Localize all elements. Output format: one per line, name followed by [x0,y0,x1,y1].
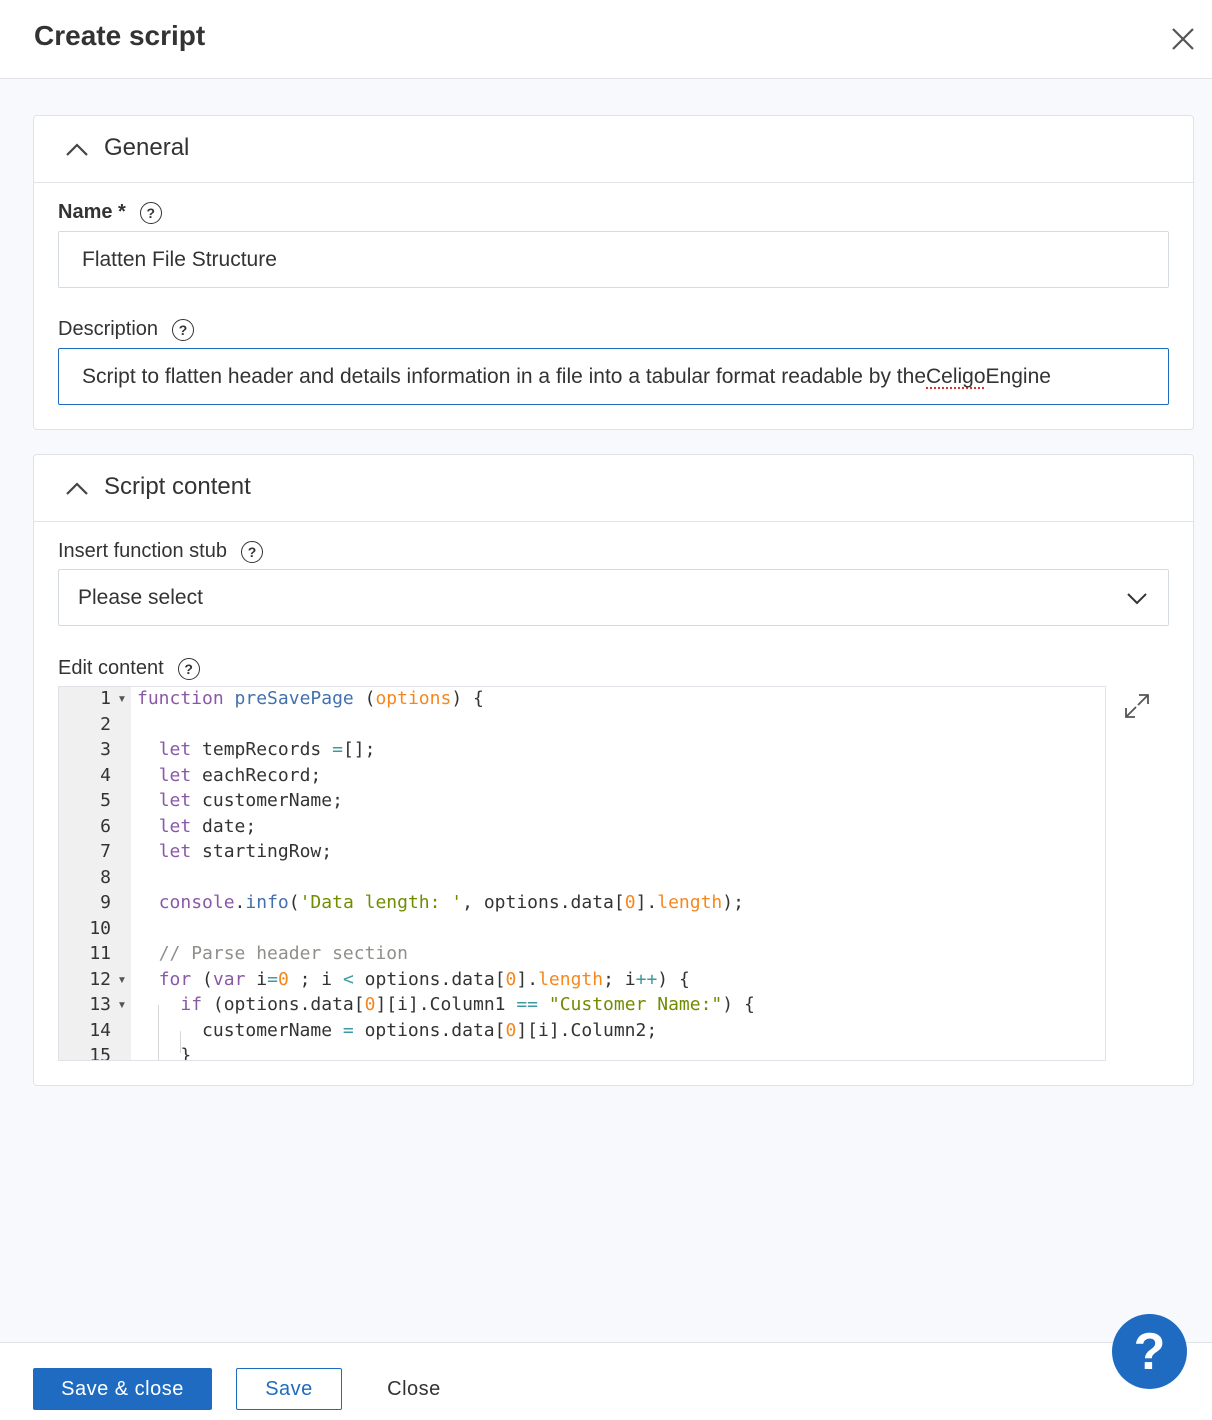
help-icon[interactable]: ? [240,540,263,563]
line-number: 3 [100,739,111,760]
description-input[interactable]: Script to flatten header and details inf… [58,348,1169,405]
general-panel: General Name * ? Flatten File Structure … [33,115,1194,430]
close-icon[interactable] [1168,24,1198,54]
line-number: 2 [100,714,111,735]
page-title: Create script [34,20,206,51]
code-line: console.info('Data length: ', options.da… [158,892,744,913]
line-number: 1 [100,688,111,709]
code-line: if (options.data[0][i].Column1 == "Custo… [180,994,755,1015]
script-panel-header[interactable]: Script content [34,455,1193,522]
fold-arrow-icon[interactable]: ▼ [117,1000,127,1011]
spellcheck-word: Celigo [926,364,986,388]
code-line: let startingRow; [158,841,333,862]
chevron-up-icon[interactable] [64,479,90,499]
chevron-down-icon [1127,593,1147,605]
line-number: 8 [100,867,111,888]
fold-arrow-icon[interactable]: ▼ [117,694,127,705]
help-icon[interactable]: ? [177,657,200,680]
code-line: let date; [158,816,257,837]
function-stub-select[interactable]: Please select [58,569,1169,626]
save-and-close-button[interactable]: Save & close [33,1368,212,1410]
code-line: function preSavePage (options) { [137,688,484,709]
general-panel-title: General [104,134,190,161]
close-button[interactable]: Close [378,1368,450,1410]
line-number: 4 [100,765,111,786]
line-number: 9 [100,892,111,913]
expand-icon[interactable] [1122,691,1152,721]
help-fab-icon[interactable]: ? [1112,1314,1187,1389]
code-editor[interactable]: 1 ▼ 2 3 4 5 6 7 8 9 10 11 12 ▼ 13 ▼ 14 1… [58,686,1106,1061]
line-number: 6 [100,816,111,837]
save-button[interactable]: Save [236,1368,342,1410]
stub-label: Insert function stub ? [58,540,263,563]
general-panel-header[interactable]: General [34,116,1193,183]
line-number: 14 [89,1020,111,1041]
description-label: Description ? [58,318,195,341]
chevron-up-icon[interactable] [64,140,90,160]
help-icon[interactable]: ? [172,318,195,341]
code-line: customerName = options.data[0][i].Column… [137,1020,658,1041]
name-label: Name * ? [58,201,162,224]
editor-gutter: 1 ▼ 2 3 4 5 6 7 8 9 10 11 12 ▼ 13 ▼ 14 1… [59,687,131,1060]
line-number: 11 [89,943,111,964]
line-number: 10 [89,918,111,939]
code-line: let customerName; [158,790,343,811]
help-icon[interactable]: ? [139,201,162,224]
fold-arrow-icon[interactable]: ▼ [117,975,127,986]
script-content-panel: Script content Insert function stub ? Pl… [33,454,1194,1086]
dialog-header: Create script [0,0,1212,79]
code-line: let tempRecords =[]; [158,739,376,760]
edit-content-label: Edit content ? [58,657,200,680]
name-input[interactable]: Flatten File Structure [58,231,1169,288]
script-panel-title: Script content [104,473,251,500]
code-line: // Parse header section [158,943,408,964]
line-number: 15 [89,1045,111,1061]
code-line: for (var i=0 ; i < options.data[0].lengt… [158,969,690,990]
code-line: let eachRecord; [158,765,322,786]
line-number: 12 [89,969,111,990]
line-number: 7 [100,841,111,862]
line-number: 13 [89,994,111,1015]
dialog-footer: Save & close Save Close [0,1342,1212,1420]
code-line: } [137,1045,192,1061]
line-number: 5 [100,790,111,811]
